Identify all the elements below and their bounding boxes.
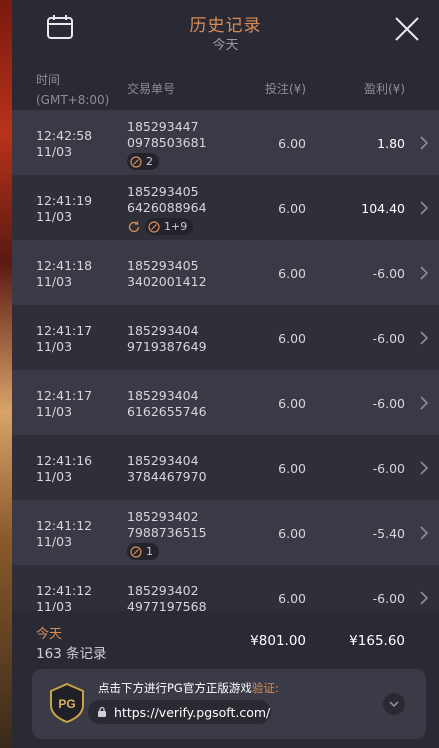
column-header: 时间 (GMT+8:00) 交易单号 投注(¥) 盈利(¥) <box>12 62 439 110</box>
history-row[interactable]: 12:42:58 11/03 185293447 0978503681 2 6.00… <box>12 110 439 175</box>
free-spin-icon <box>130 545 142 558</box>
feature-badge: 1+9 <box>145 218 194 235</box>
history-row[interactable]: 12:41:17 11/03 185293404 9719387649 6.00 -… <box>12 305 439 370</box>
column-profit: 盈利(¥) <box>364 82 405 96</box>
chevron-right-icon <box>420 331 429 345</box>
history-panel: 历史记录 今天 时间 (GMT+8:00) 交易单号 投注(¥) 盈利(¥) 1… <box>12 0 439 748</box>
row-bet: 6.00 <box>278 461 306 476</box>
row-time: 12:42:58 11/03 <box>36 128 93 159</box>
feature-badge: 1 <box>127 543 159 560</box>
total-bet: ¥801.00 <box>250 633 306 649</box>
chevron-right-icon <box>420 396 429 410</box>
row-profit: -6.00 <box>372 331 405 346</box>
chevron-right-icon <box>420 136 429 150</box>
row-time: 12:41:12 11/03 <box>36 583 93 611</box>
column-bet: 投注(¥) <box>265 82 306 96</box>
verify-banner: PG 点击下方进行PG官方正版游戏验证: https://verify.pgso… <box>32 669 426 739</box>
summary-period: 今天 <box>36 627 63 642</box>
row-time: 12:41:19 11/03 <box>36 193 93 224</box>
header: 历史记录 今天 <box>12 0 439 62</box>
feature-badge: 2 <box>127 153 159 170</box>
chevron-right-icon <box>420 266 429 280</box>
verify-link[interactable]: https://verify.pgsoft.com/ <box>88 700 271 724</box>
chevron-right-icon <box>420 591 429 605</box>
column-order-id: 交易单号 <box>127 82 176 96</box>
free-spin-icon <box>148 220 160 233</box>
lock-icon <box>98 706 106 717</box>
row-order-id: 185293447 0978503681 2 <box>127 119 207 172</box>
row-profit: 1.80 <box>377 136 405 151</box>
row-bet: 6.00 <box>278 136 306 151</box>
row-order-id: 185293402 7988736515 1 <box>127 509 207 562</box>
svg-text:PG: PG <box>58 697 75 711</box>
row-bet: 6.00 <box>278 331 306 346</box>
row-profit: -6.00 <box>372 591 405 606</box>
verify-text: 点击下方进行PG官方正版游戏验证: <box>98 681 279 695</box>
history-row[interactable]: 12:41:16 11/03 185293404 3784467970 6.00 -… <box>12 435 439 500</box>
history-row[interactable]: 12:41:18 11/03 185293405 3402001412 6.00 -… <box>12 240 439 305</box>
chevron-right-icon <box>420 526 429 540</box>
background-game-strip <box>0 0 12 748</box>
row-order-id: 185293404 3784467970 <box>127 453 207 484</box>
date-filter-label: 今天 <box>212 38 239 53</box>
row-order-id: 185293402 4977197568 <box>127 583 207 611</box>
row-bet: 6.00 <box>278 591 306 606</box>
free-spin-icon <box>130 155 142 168</box>
history-row[interactable]: 12:41:12 11/03 185293402 4977197568 6.00 -… <box>12 565 439 611</box>
chevron-down-icon[interactable] <box>382 692 406 716</box>
respin-icon <box>128 221 140 232</box>
row-order-id: 185293405 6426088964 1+9 <box>127 184 207 235</box>
row-order-id: 185293405 3402001412 <box>127 258 207 289</box>
history-row[interactable]: 12:41:17 11/03 185293404 6162655746 6.00 -… <box>12 370 439 435</box>
close-icon[interactable] <box>394 16 420 42</box>
page-title: 历史记录 <box>189 16 262 36</box>
row-bet: 6.00 <box>278 266 306 281</box>
row-time: 12:41:18 11/03 <box>36 258 93 289</box>
row-profit: -5.40 <box>372 526 405 541</box>
record-count: 163 条记录 <box>36 646 107 662</box>
row-profit: -6.00 <box>372 396 405 411</box>
chevron-right-icon <box>420 461 429 475</box>
column-time: 时间 (GMT+8:00) <box>36 73 110 107</box>
summary-footer: 今天 163 条记录 ¥801.00 ¥165.60 PG 点击下方进行PG官方… <box>12 611 439 748</box>
row-profit: 104.40 <box>361 201 405 216</box>
row-time: 12:41:17 11/03 <box>36 388 93 419</box>
row-order-id: 185293404 6162655746 <box>127 388 207 419</box>
pg-logo: PG <box>50 683 84 723</box>
row-profit: -6.00 <box>372 266 405 281</box>
row-time: 12:41:17 11/03 <box>36 323 93 354</box>
row-bet: 6.00 <box>278 526 306 541</box>
history-list[interactable]: 12:42:58 11/03 185293447 0978503681 2 6.00… <box>12 110 439 611</box>
chevron-right-icon <box>420 201 429 215</box>
row-time: 12:41:16 11/03 <box>36 453 93 484</box>
row-bet: 6.00 <box>278 396 306 411</box>
history-row[interactable]: 12:41:19 11/03 185293405 6426088964 1+9 6.… <box>12 175 439 240</box>
row-profit: -6.00 <box>372 461 405 476</box>
row-bet: 6.00 <box>278 201 306 216</box>
row-time: 12:41:12 11/03 <box>36 518 93 549</box>
history-row[interactable]: 12:41:12 11/03 185293402 7988736515 1 6.00… <box>12 500 439 565</box>
row-order-id: 185293404 9719387649 <box>127 323 207 354</box>
total-profit: ¥165.60 <box>349 633 405 649</box>
